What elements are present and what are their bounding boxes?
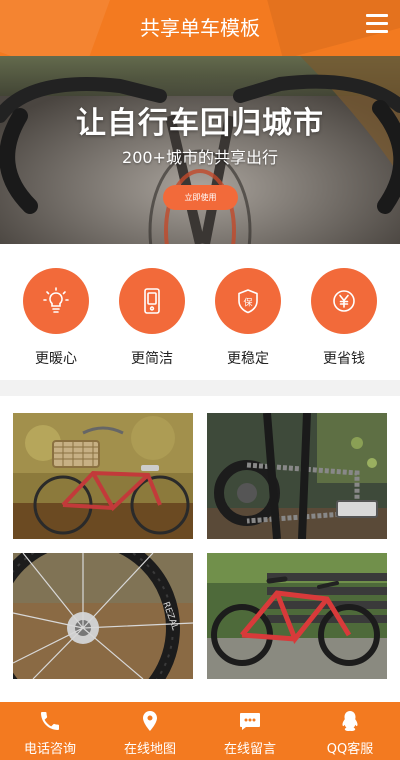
photo-gallery: REZAL bbox=[0, 396, 400, 702]
feature-icon-circle bbox=[23, 268, 89, 334]
nav-label: 在线地图 bbox=[123, 742, 176, 757]
top-header: 共享单车模板 bbox=[0, 0, 400, 56]
hero-banner: 让自行车回归城市 200+城市的共享出行 立即使用 bbox=[0, 56, 400, 244]
photo-red-bike-bench[interactable] bbox=[207, 553, 387, 679]
page-title: 共享单车模板 bbox=[140, 16, 260, 40]
feature-item-simple[interactable]: 更简洁 bbox=[104, 268, 200, 368]
nav-label: 电话咨询 bbox=[23, 742, 76, 757]
feature-icon-circle bbox=[119, 268, 185, 334]
lightbulb-icon bbox=[43, 287, 69, 313]
feature-section: 更暖心 更简洁 保 更稳定 更省钱 bbox=[0, 244, 400, 380]
section-divider bbox=[0, 380, 400, 396]
phone-icon bbox=[144, 288, 160, 314]
feature-item-warm[interactable]: 更暖心 bbox=[8, 268, 104, 368]
photo-red-bike-basket[interactable] bbox=[13, 413, 193, 539]
map-pin-icon bbox=[143, 711, 157, 731]
yen-coin-icon bbox=[333, 290, 355, 312]
feature-label: 更稳定 bbox=[227, 351, 269, 367]
nav-label: QQ客服 bbox=[326, 742, 374, 757]
app-root: 共享单车模板 让自行车回归城市 200+城市的共享出行 立即使用 更暖心 更简洁… bbox=[0, 0, 400, 760]
photo-bike-chain-pedal[interactable] bbox=[207, 413, 387, 539]
nav-item-phone-consult[interactable]: 电话咨询 bbox=[0, 702, 100, 760]
feature-item-stable[interactable]: 保 更稳定 bbox=[200, 268, 296, 368]
phone-handset-icon bbox=[41, 712, 59, 730]
photo-bike-wheel-closeup[interactable]: REZAL bbox=[13, 553, 193, 679]
hamburger-menu-icon[interactable] bbox=[366, 14, 388, 34]
hero-subtitle: 200+城市的共享出行 bbox=[122, 148, 278, 167]
feature-label: 更简洁 bbox=[131, 351, 173, 367]
qq-penguin-icon bbox=[342, 711, 358, 731]
shield-icon: 保 bbox=[238, 289, 258, 314]
feature-item-save-money[interactable]: 更省钱 bbox=[296, 268, 392, 368]
feature-icon-circle: 保 bbox=[215, 268, 281, 334]
nav-item-online-message[interactable]: 在线留言 bbox=[200, 702, 300, 760]
feature-label: 更省钱 bbox=[323, 351, 365, 367]
chat-bubble-icon bbox=[240, 713, 260, 730]
hero-title: 让自行车回归城市 bbox=[76, 106, 324, 141]
use-now-button[interactable]: 立即使用 bbox=[163, 185, 238, 210]
nav-item-qq-service[interactable]: QQ客服 bbox=[300, 702, 400, 760]
svg-text:保: 保 bbox=[243, 297, 252, 309]
nav-label: 在线留言 bbox=[223, 742, 276, 757]
feature-label: 更暖心 bbox=[35, 351, 77, 367]
bottom-nav-bar: 电话咨询 在线地图 在线留言 QQ客服 bbox=[0, 702, 400, 760]
nav-item-online-map[interactable]: 在线地图 bbox=[100, 702, 200, 760]
feature-icon-circle bbox=[311, 268, 377, 334]
